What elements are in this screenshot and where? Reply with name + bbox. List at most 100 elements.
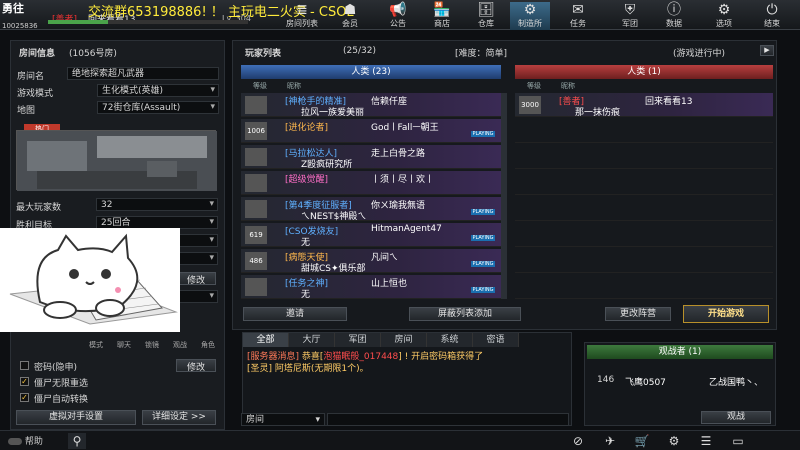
- nav-room-list-button[interactable]: ≣ 房间列表: [282, 2, 322, 30]
- help-button[interactable]: 帮助: [8, 434, 66, 448]
- room-option-button-0[interactable]: 模式: [84, 340, 108, 350]
- start-game-button[interactable]: 开始游戏: [683, 305, 769, 323]
- player-row[interactable]: 619 [CSO发烧友] HitmanAgent47 无 PLAYING: [241, 223, 501, 248]
- left-team-list: [神枪手的精准] 信赖仟座 拉风一族爱美丽 1006 [进化论者] GodㅣFallㅡ朝王…: [241, 93, 501, 299]
- team-left-count: 人类 (23): [351, 67, 391, 77]
- chevron-down-icon: ▾: [315, 415, 320, 425]
- player-row[interactable]: 1006 [进化论者] GodㅣFallㅡ朝王 PLAYING: [241, 119, 501, 143]
- room-name-label: 房间名: [17, 72, 45, 82]
- search-icon[interactable]: ⚲: [68, 433, 86, 449]
- col-rank: 等级: [253, 82, 267, 90]
- game-mode-select[interactable]: 生化模式(英雄): [97, 84, 219, 97]
- virtual-opponent-button[interactable]: 虚拟对手设置: [16, 410, 136, 425]
- rank-badge: [245, 278, 267, 296]
- player-row[interactable]: [超级觉醒] 丨须丨尽丨欢丨: [241, 171, 501, 195]
- rank-badge: 619: [245, 226, 267, 244]
- zombie-choose-checkbox[interactable]: ✓: [20, 377, 29, 386]
- playing-badge: PLAYING: [471, 131, 495, 137]
- chat-tab-2[interactable]: 军团: [335, 333, 381, 347]
- chat-tab-0[interactable]: 全部: [243, 333, 289, 347]
- nav-shop-button[interactable]: 🏪 商店: [422, 2, 462, 30]
- player-title: 走上白骨之路: [371, 149, 426, 159]
- playing-badge: PLAYING: [471, 235, 495, 241]
- left-columns: 等级 昵称: [241, 81, 501, 91]
- chat-tab-1[interactable]: 大厅: [289, 333, 335, 347]
- room-option-button-2[interactable]: 锁镜: [140, 340, 164, 350]
- nav-exit-label: 结束: [764, 19, 780, 28]
- nav-factory-button[interactable]: ⚙ 制造所: [510, 2, 550, 30]
- chat-panel: 全部 大厅 军团 房间 系统 密语 [服务器消息] 恭喜[泡猫眠般_017448] ! 开…: [241, 332, 572, 426]
- player-row: [515, 197, 773, 221]
- nav-clan-button[interactable]: ⛨ 军团: [610, 2, 650, 30]
- chat-tab-4[interactable]: 系统: [427, 333, 473, 347]
- nav-options-button[interactable]: ⚙ 选项: [704, 2, 744, 30]
- game-status: (游戏进行中): [673, 49, 726, 59]
- notice-icon: 📢: [389, 2, 407, 18]
- room-info-header: 房间信息: [19, 49, 56, 59]
- room-name-field[interactable]: 绝地探索超凡武器: [67, 67, 219, 80]
- change-team-button[interactable]: 更改阵营: [605, 307, 671, 321]
- password-checkbox[interactable]: [20, 361, 29, 370]
- player-list-header: 玩家列表: [245, 49, 282, 59]
- player-row[interactable]: 3000 [善者] 回来看看13 那一抹伤痕: [515, 93, 773, 118]
- game-logo: 勇往: [2, 2, 24, 15]
- nav-exit-button[interactable]: ⏻ 结束: [752, 2, 792, 30]
- playing-badge: PLAYING: [471, 209, 495, 215]
- spectator-rank: 146: [597, 375, 615, 385]
- player-row[interactable]: [任务之神] 山上恒也无 PLAYING: [241, 275, 501, 299]
- team-human-left-header[interactable]: 人类 (23): [241, 65, 501, 79]
- chat-input[interactable]: [327, 413, 569, 426]
- spectator-header: 观战者 (1): [587, 345, 773, 359]
- menu-icon[interactable]: ☰: [698, 433, 714, 449]
- run-icon[interactable]: ✈: [602, 433, 618, 449]
- warehouse-scene-icon: [17, 131, 217, 191]
- invite-button[interactable]: 邀请: [243, 307, 347, 321]
- storage-icon: 🗄: [477, 2, 495, 18]
- nav-notice-button[interactable]: 📢 公告: [378, 2, 418, 30]
- modify-button-1[interactable]: 修改: [176, 272, 216, 286]
- left-scrollbar[interactable]: [501, 93, 507, 299]
- block-icon[interactable]: ⊘: [570, 433, 586, 449]
- spectator-tag: 乙战国鸭丶、: [709, 378, 764, 388]
- chat-channel-value: 房间: [246, 415, 265, 425]
- block-list-add-button[interactable]: 屏蔽列表添加: [409, 307, 521, 321]
- chat-line1-name: 泡猫眠般_017448: [323, 352, 399, 362]
- max-players-label: 最大玩家数: [16, 203, 62, 213]
- max-players-select[interactable]: 32: [96, 198, 218, 211]
- settings-icon[interactable]: ⚙: [666, 433, 682, 449]
- team-human-right-header[interactable]: 人类 (1): [515, 65, 773, 79]
- zombie-auto-checkbox[interactable]: ✓: [20, 393, 29, 402]
- nav-vip-label: 会员: [342, 19, 358, 28]
- watch-button[interactable]: 观战: [701, 411, 771, 424]
- map-select[interactable]: 72街仓库(Assault): [97, 101, 219, 114]
- nav-mission-label: 任务: [570, 19, 586, 28]
- chat-tab-5[interactable]: 密语: [473, 333, 519, 347]
- cart-icon[interactable]: 🛒: [634, 433, 650, 449]
- modify-button-2[interactable]: 修改: [176, 359, 216, 373]
- room-option-button-3[interactable]: 观战: [168, 340, 192, 350]
- expand-button[interactable]: ▶: [760, 45, 774, 56]
- chat-tab-3[interactable]: 房间: [381, 333, 427, 347]
- rank-badge: 3000: [519, 96, 541, 114]
- player-row: [515, 119, 773, 143]
- chat-line-2: [圣灵] 阿塔尼斯(无期限1个)。: [247, 364, 369, 374]
- player-title: GodㅣFallㅡ朝王: [371, 123, 439, 133]
- room-option-button-1[interactable]: 聊天: [112, 340, 136, 350]
- team-right-count: 人类 (1): [627, 67, 661, 77]
- nav-vip-button[interactable]: ☗ 会员: [330, 2, 370, 30]
- detail-settings-button[interactable]: 详细设定 >>: [142, 410, 216, 425]
- player-row[interactable]: [神枪手的精准] 信赖仟座 拉风一族爱美丽: [241, 93, 501, 118]
- player-clan: [进化论者]: [285, 123, 329, 133]
- nav-clan-label: 军团: [622, 19, 638, 28]
- chat-channel-select[interactable]: 房间 ▾: [241, 413, 325, 426]
- nav-notice-label: 公告: [390, 19, 406, 28]
- player-row[interactable]: [马拉松达人] 走上白骨之路 Z殴疯研究所: [241, 145, 501, 170]
- nav-storage-button[interactable]: 🗄 仓库: [466, 2, 506, 30]
- nav-stats-button[interactable]: ⓘ 数据: [654, 2, 694, 30]
- room-option-button-4[interactable]: 角色: [196, 340, 220, 350]
- player-title: 回来看看13: [645, 97, 693, 107]
- player-row[interactable]: [第4季度征服者] 你ㄨ瑜我無语 ㄟNEST$神殿ㄟ PLAYING: [241, 197, 501, 222]
- nav-mission-button[interactable]: ✉ 任务: [558, 2, 598, 30]
- screen-icon[interactable]: ▭: [730, 433, 746, 449]
- player-row[interactable]: 486 [病態天使] 凡间ㄟ 甜城CS✦俱乐部 PLAYING: [241, 249, 501, 274]
